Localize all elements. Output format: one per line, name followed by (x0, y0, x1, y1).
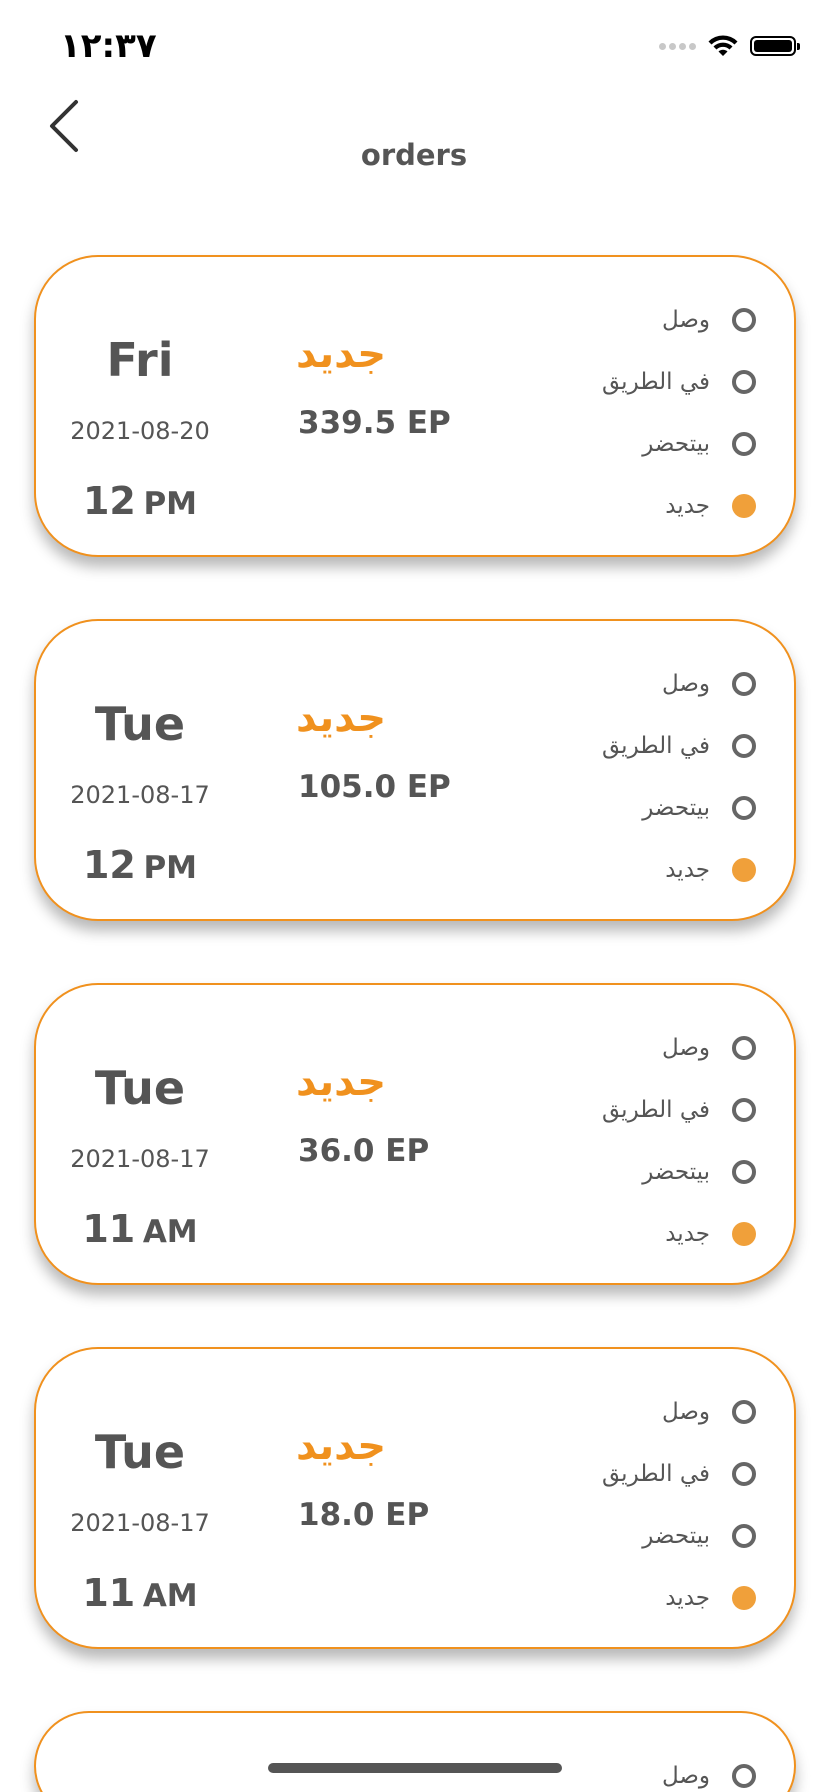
progress-step: بيتحضر (602, 1159, 756, 1185)
order-date: 2021-08-17 (70, 1509, 210, 1537)
order-hour: 11 (82, 1207, 136, 1251)
order-time: 12 PM (36, 479, 244, 523)
step-indicator-icon (732, 308, 756, 332)
step-label: جديد (665, 1585, 710, 1611)
order-day: Fri (106, 333, 174, 387)
progress-step: بيتحضر (602, 1523, 756, 1549)
order-time: 12 PM (36, 843, 244, 887)
order-day: Tue (94, 697, 186, 751)
order-progress-steps: وصل (662, 1763, 756, 1792)
step-indicator-icon (732, 1160, 756, 1184)
step-indicator-icon (732, 796, 756, 820)
progress-step: وصل (662, 1763, 756, 1789)
order-date: 2021-08-17 (70, 781, 210, 809)
progress-step: في الطريق (602, 733, 756, 759)
progress-step: في الطريق (602, 1097, 756, 1123)
progress-step: جديد (602, 1221, 756, 1247)
step-indicator-icon (732, 672, 756, 696)
step-label: بيتحضر (642, 1523, 710, 1549)
order-time: 11 AM (36, 1571, 244, 1615)
step-label: جديد (665, 1221, 710, 1247)
order-price: 105.0 EP (298, 769, 451, 805)
step-indicator-icon (732, 494, 756, 518)
step-indicator-icon (732, 1222, 756, 1246)
orders-screen: ١٢:٣٧ orders Fri 2021-08-20 12 PM جديد 3… (0, 0, 828, 1792)
step-indicator-icon (732, 1036, 756, 1060)
order-ampm: PM (143, 486, 198, 522)
order-ampm: PM (143, 850, 198, 886)
progress-step: جديد (602, 493, 756, 519)
progress-step: في الطريق (602, 1461, 756, 1487)
order-date: 2021-08-20 (70, 417, 210, 445)
progress-step: وصل (602, 307, 756, 333)
order-hour: 11 (82, 1571, 136, 1615)
order-card[interactable]: Fri 2021-08-20 12 PM جديد 339.5 EP وصل ف… (34, 255, 796, 557)
step-label: وصل (661, 1399, 710, 1425)
order-status: جديد (296, 695, 387, 741)
order-date: 2021-08-17 (70, 1145, 210, 1173)
order-progress-steps: وصل في الطريق بيتحضر جديد (602, 671, 756, 919)
step-indicator-icon (732, 1764, 756, 1788)
step-label: وصل (661, 671, 710, 697)
step-label: بيتحضر (642, 1159, 710, 1185)
order-day: Tue (94, 1425, 186, 1479)
progress-step: وصل (602, 671, 756, 697)
order-card[interactable]: Tue 2021-08-17 11 AM جديد 18.0 EP وصل في… (34, 1347, 796, 1649)
battery-icon (750, 36, 800, 56)
progress-step: في الطريق (602, 369, 756, 395)
order-progress-steps: وصل في الطريق بيتحضر جديد (602, 1399, 756, 1647)
status-time: ١٢:٣٧ (60, 26, 157, 66)
order-price: 18.0 EP (298, 1497, 430, 1533)
order-card[interactable]: وصل (34, 1711, 796, 1792)
order-card[interactable]: Tue 2021-08-17 11 AM جديد 36.0 EP وصل في… (34, 983, 796, 1285)
order-price: 339.5 EP (298, 405, 451, 441)
step-label: في الطريق (601, 1461, 710, 1487)
step-label: وصل (661, 307, 710, 333)
home-indicator[interactable] (268, 1763, 562, 1773)
step-label: جديد (665, 857, 710, 883)
cellular-signal-icon (659, 42, 696, 50)
step-indicator-icon (732, 432, 756, 456)
status-icons (659, 34, 800, 58)
step-label: في الطريق (601, 369, 710, 395)
order-status: جديد (296, 1059, 387, 1105)
step-indicator-icon (732, 1586, 756, 1610)
progress-step: بيتحضر (602, 795, 756, 821)
order-status: جديد (296, 1423, 387, 1469)
step-label: بيتحضر (642, 431, 710, 457)
progress-step: وصل (602, 1035, 756, 1061)
order-price: 36.0 EP (298, 1133, 430, 1169)
order-card[interactable]: Tue 2021-08-17 12 PM جديد 105.0 EP وصل ف… (34, 619, 796, 921)
step-indicator-icon (732, 370, 756, 394)
step-indicator-icon (732, 734, 756, 758)
step-indicator-icon (732, 1524, 756, 1548)
order-day: Tue (94, 1061, 186, 1115)
step-label: في الطريق (601, 1097, 710, 1123)
order-time: 11 AM (36, 1207, 244, 1251)
order-progress-steps: وصل في الطريق بيتحضر جديد (602, 1035, 756, 1283)
orders-list: Fri 2021-08-20 12 PM جديد 339.5 EP وصل ف… (34, 255, 796, 1792)
step-indicator-icon (732, 1400, 756, 1424)
order-ampm: AM (142, 1214, 198, 1250)
step-label: وصل (661, 1763, 710, 1789)
step-label: في الطريق (601, 733, 710, 759)
step-indicator-icon (732, 1462, 756, 1486)
progress-step: وصل (602, 1399, 756, 1425)
order-hour: 12 (82, 479, 136, 523)
order-progress-steps: وصل في الطريق بيتحضر جديد (602, 307, 756, 555)
step-indicator-icon (732, 1098, 756, 1122)
order-hour: 12 (82, 843, 136, 887)
progress-step: جديد (602, 1585, 756, 1611)
step-label: جديد (665, 493, 710, 519)
order-status: جديد (296, 331, 387, 377)
progress-step: جديد (602, 857, 756, 883)
page-title: orders (360, 138, 468, 172)
step-label: وصل (661, 1035, 710, 1061)
order-ampm: AM (142, 1578, 198, 1614)
progress-step: بيتحضر (602, 431, 756, 457)
wifi-icon (708, 35, 738, 56)
step-indicator-icon (732, 858, 756, 882)
step-label: بيتحضر (642, 795, 710, 821)
